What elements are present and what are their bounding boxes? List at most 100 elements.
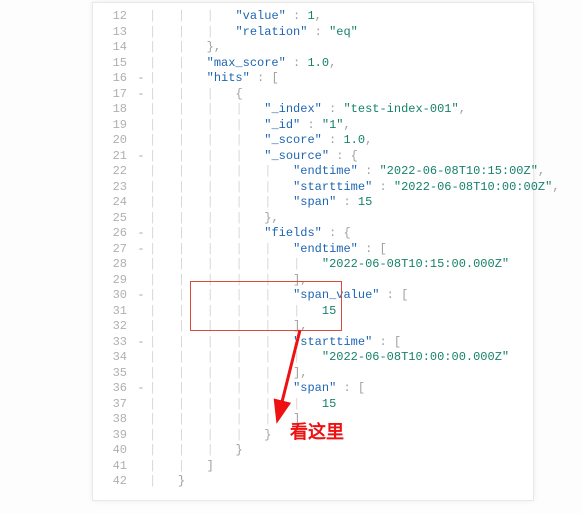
- line-number: 12: [93, 9, 135, 25]
- code-line: 30-| | | | | "span_value" : [: [93, 288, 533, 304]
- line-number: 21: [93, 149, 135, 165]
- code-content: | | | | },: [147, 211, 533, 227]
- code-content: | | | | | "endtime" : [: [147, 242, 533, 258]
- line-number: 41: [93, 459, 135, 475]
- code-content: | | },: [147, 40, 533, 56]
- code-line: 29| | | | | ],: [93, 273, 533, 289]
- fold-gutter[interactable]: -: [135, 87, 147, 103]
- code-content: | | | | | ],: [147, 366, 533, 382]
- code-content: | | | | "fields" : {: [147, 226, 533, 242]
- code-line: 38 | | | | | ]: [93, 412, 533, 428]
- code-line: 14 | | },: [93, 40, 533, 56]
- line-number: 37: [93, 397, 135, 413]
- code-content: | | | | | | 15: [147, 397, 533, 413]
- code-line: 41 | | ]: [93, 459, 533, 475]
- code-content: | | | }: [147, 443, 533, 459]
- fold-gutter[interactable]: -: [135, 71, 147, 87]
- line-number: 15: [93, 56, 135, 72]
- code-line: 16-| | "hits" : [: [93, 71, 533, 87]
- code-content: | | ]: [147, 459, 533, 475]
- code-line: 21-| | | | "_source" : {: [93, 149, 533, 165]
- code-content: | | | | "_score" : 1.0,: [147, 133, 533, 149]
- line-number: 20: [93, 133, 135, 149]
- code-line: 13 | | | "relation" : "eq": [93, 25, 533, 41]
- code-content: | | | | | "endtime" : "2022-06-08T10:15:…: [147, 164, 545, 180]
- line-number: 28: [93, 257, 135, 273]
- line-number: 22: [93, 164, 135, 180]
- code-content: | | | | | ],: [147, 319, 533, 335]
- code-content: | | | {: [147, 87, 533, 103]
- fold-gutter[interactable]: -: [135, 149, 147, 165]
- line-number: 27: [93, 242, 135, 258]
- code-content: | | | | | "span_value" : [: [147, 288, 533, 304]
- line-number: 36: [93, 381, 135, 397]
- code-line: 19 | | | | "_id" : "1",: [93, 118, 533, 134]
- line-number: 17: [93, 87, 135, 103]
- line-number: 14: [93, 40, 135, 56]
- line-number: 35: [93, 366, 135, 382]
- line-number: 25: [93, 211, 135, 227]
- code-content: | | | | "_source" : {: [147, 149, 533, 165]
- code-line: 40 | | | }: [93, 443, 533, 459]
- code-line: 33-| | | | | "starttime" : [: [93, 335, 533, 351]
- code-line: 27-| | | | | "endtime" : [: [93, 242, 533, 258]
- fold-gutter[interactable]: -: [135, 242, 147, 258]
- code-content: | | | "relation" : "eq": [147, 25, 533, 41]
- line-number: 34: [93, 350, 135, 366]
- code-line: 28 | | | | | | "2022-06-08T10:15:00.000Z": [93, 257, 533, 273]
- code-line: 23| | | | | "starttime" : "2022-06-08T10…: [93, 180, 533, 196]
- line-number: 38: [93, 412, 135, 428]
- code-line: 31 | | | | | | 15: [93, 304, 533, 320]
- code-line: 42 | }: [93, 474, 533, 490]
- line-number: 30: [93, 288, 135, 304]
- line-number: 23: [93, 180, 135, 196]
- fold-gutter[interactable]: -: [135, 381, 147, 397]
- line-number: 26: [93, 226, 135, 242]
- code-content: | }: [147, 474, 533, 490]
- code-line: 24 | | | | | "span" : 15: [93, 195, 533, 211]
- line-number: 18: [93, 102, 135, 118]
- code-content: | | | "value" : 1,: [147, 9, 533, 25]
- line-number: 31: [93, 304, 135, 320]
- code-content: | | "hits" : [: [147, 71, 533, 87]
- code-line: 20 | | | | "_score" : 1.0,: [93, 133, 533, 149]
- code-content: | | | | | "starttime" : "2022-06-08T10:0…: [147, 180, 560, 196]
- code-content: | | | | | | "2022-06-08T10:15:00.000Z": [147, 257, 533, 273]
- code-line: 34 | | | | | | "2022-06-08T10:00:00.000Z": [93, 350, 533, 366]
- line-number: 16: [93, 71, 135, 87]
- code-line: 12 | | | "value" : 1,: [93, 9, 533, 25]
- line-number: 40: [93, 443, 135, 459]
- code-line: 37 | | | | | | 15: [93, 397, 533, 413]
- fold-gutter[interactable]: -: [135, 288, 147, 304]
- line-number: 24: [93, 195, 135, 211]
- code-line: 15 | | "max_score" : 1.0,: [93, 56, 533, 72]
- line-number: 39: [93, 428, 135, 444]
- code-content: | | | | | | 15: [147, 304, 533, 320]
- code-content: | | | | | "span" : 15: [147, 195, 533, 211]
- code-line: 25 | | | | },: [93, 211, 533, 227]
- code-line: 17-| | | {: [93, 87, 533, 103]
- code-content: | | | | | "span" : [: [147, 381, 533, 397]
- code-content: | | | | | "starttime" : [: [147, 335, 533, 351]
- code-content: | | | | | ]: [147, 412, 533, 428]
- code-block: 12 | | | "value" : 1, 13 | | | "relation" :…: [92, 2, 534, 501]
- code-line: 18 | | | | "_index" : "test-index-001",: [93, 102, 533, 118]
- code-content: | | | | | | "2022-06-08T10:00:00.000Z": [147, 350, 533, 366]
- fold-gutter[interactable]: -: [135, 226, 147, 242]
- line-number: 13: [93, 25, 135, 41]
- code-content: | | | | "_id" : "1",: [147, 118, 533, 134]
- line-number: 19: [93, 118, 135, 134]
- code-line: 26-| | | | "fields" : {: [93, 226, 533, 242]
- code-line: 32 | | | | | ],: [93, 319, 533, 335]
- code-content: | | "max_score" : 1.0,: [147, 56, 533, 72]
- code-line: 35 | | | | | ],: [93, 366, 533, 382]
- code-content: | | | | }: [147, 428, 533, 444]
- code-content: | | | | "_index" : "test-index-001",: [147, 102, 533, 118]
- fold-gutter[interactable]: -: [135, 335, 147, 351]
- line-number: 29: [93, 273, 135, 289]
- line-number: 33: [93, 335, 135, 351]
- code-line: 39 | | | | }: [93, 428, 533, 444]
- code-line: 36-| | | | | "span" : [: [93, 381, 533, 397]
- line-number: 32: [93, 319, 135, 335]
- line-number: 42: [93, 474, 135, 490]
